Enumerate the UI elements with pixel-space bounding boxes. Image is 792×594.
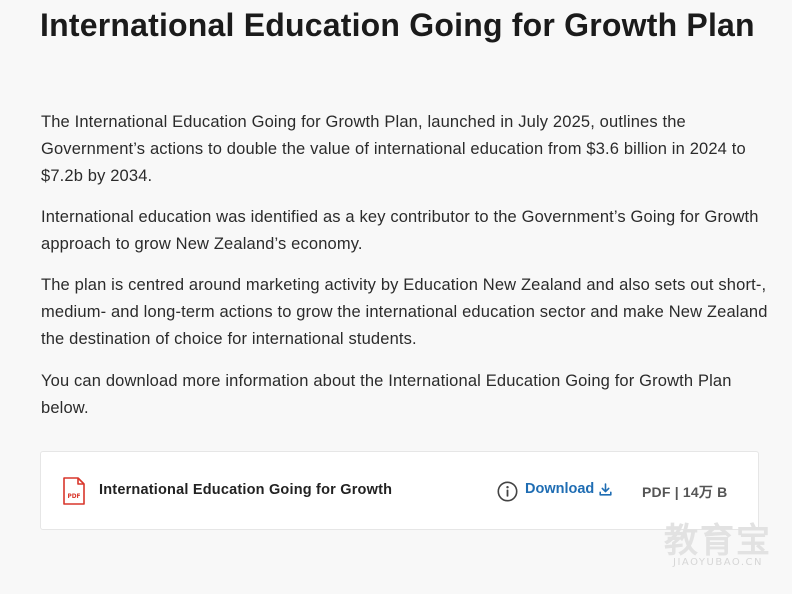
page-title: International Education Going for Growth… [40,7,755,43]
paragraph-key-contributor: International education was identified a… [41,208,759,253]
download-button[interactable]: Download [525,481,612,497]
document-title[interactable]: International Education Going for Growth [99,482,392,498]
paragraph-download-info: You can download more information about … [41,372,732,417]
download-label: Download [525,481,595,497]
page: International Education Going for Growth… [0,0,792,594]
pdf-icon-label: PDF [67,494,80,500]
pdf-file-icon: PDF [63,477,85,505]
document-download-card: PDF International Education Going for Gr… [40,451,759,530]
paragraph-plan-details: The plan is centred around marketing act… [41,276,768,348]
download-icon [599,482,612,496]
file-meta: PDF | 14万 B [642,484,728,500]
info-icon[interactable] [497,481,518,502]
paragraph-intro: The International Education Going for Gr… [41,113,746,185]
watermark-domain: JIAOYUBAO.CN [673,557,763,568]
